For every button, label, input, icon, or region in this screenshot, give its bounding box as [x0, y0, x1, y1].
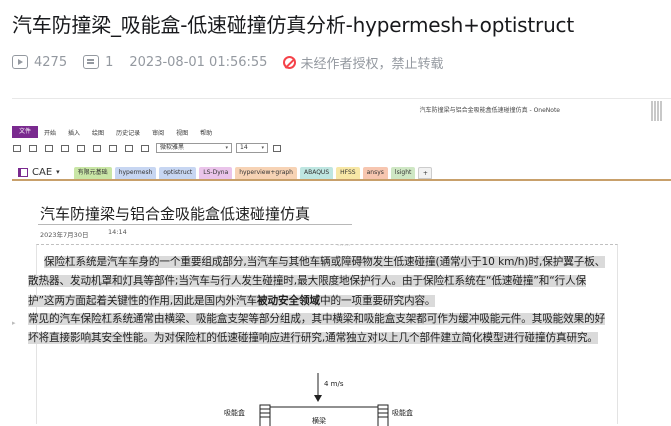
paragraph-1-bold: 被动安全领域: [257, 294, 320, 307]
section-tab[interactable]: hyperview+graph: [235, 167, 297, 179]
font-family-select[interactable]: 微软雅黑 ▾: [156, 143, 232, 153]
expand-arrow-icon[interactable]: ▸: [12, 319, 18, 327]
font-size-select[interactable]: 14 ▾: [236, 143, 268, 153]
menu-history[interactable]: 历史记录: [116, 128, 140, 137]
menu-insert[interactable]: 插入: [68, 128, 80, 137]
video-meta: 4275 1 2023-08-01 01:56:55 未经作者授权，禁止转载: [12, 52, 459, 72]
pointer-icon[interactable]: [140, 144, 150, 152]
paragraph-1-tail: 中的一项重要研究内容。: [320, 294, 436, 307]
view-count-value: 4275: [34, 54, 68, 70]
section-tab[interactable]: HFSS: [336, 167, 360, 179]
section-tab-list: 有限元基础 hypermesh optistruct LS-Dyna hyperview…: [73, 167, 436, 179]
section-tab[interactable]: optistruct: [159, 167, 197, 179]
quick-toolbar: 微软雅黑 ▾ 14 ▾: [12, 141, 671, 155]
highlight-icon[interactable]: [28, 144, 38, 152]
container-drag-handle[interactable]: ⋯⋯: [337, 242, 351, 249]
chevron-down-icon: ▾: [225, 145, 228, 151]
format-icon[interactable]: [108, 144, 118, 152]
menu-home[interactable]: 开始: [44, 128, 56, 137]
section-tab[interactable]: LS-Dyna: [199, 167, 233, 179]
onenote-screenshot: 汽车防撞梁与铝合金吸能盒低速碰撞仿真 - OneNote 文件 开始 插入 绘图…: [12, 98, 671, 426]
list-icon[interactable]: [44, 144, 54, 152]
undo-icon[interactable]: [124, 144, 134, 152]
checkbox-icon[interactable]: [92, 144, 102, 152]
section-tab[interactable]: lsight: [390, 167, 416, 179]
tag-icon[interactable]: [76, 144, 86, 152]
indent-icon[interactable]: [60, 144, 70, 152]
paragraph-2-text: 常见的汽车保险杠系统通常由横梁、吸能盒支架等部分组成，其中横梁和吸能盒支架都可作…: [28, 313, 606, 345]
notebook-name: CAE: [32, 166, 53, 178]
copyright-text: 未经作者授权，禁止转载: [300, 56, 444, 72]
table-icon[interactable]: [12, 144, 22, 152]
page-date: 2023年7月30日: [40, 231, 89, 239]
copyright-notice: 未经作者授权，禁止转载: [283, 53, 443, 72]
section-tab[interactable]: 有限元基础: [73, 167, 112, 179]
title-underline: [38, 224, 352, 225]
menu-review[interactable]: 审阅: [152, 128, 164, 137]
menu-view[interactable]: 视图: [176, 128, 188, 137]
video-title: 汽车防撞梁_吸能盒-低速碰撞仿真分析-hypermesh+optistruct: [12, 13, 574, 37]
no-repost-icon: [283, 55, 297, 69]
paragraph-1[interactable]: 保险杠系统是汽车车身的一个重要组成部分,当汽车与其他车辆或障碍物发生低速碰撞(通…: [28, 253, 610, 311]
window-controls[interactable]: [651, 101, 665, 123]
menu-draw[interactable]: 绘图: [92, 128, 104, 137]
play-count-icon: [12, 55, 28, 69]
section-tab[interactable]: ansys: [362, 167, 388, 179]
chevron-down-icon: ▾: [261, 145, 264, 151]
page-time: 14:14: [108, 228, 127, 236]
page-title: 汽车防撞梁与铝合金吸能盒低速碰撞仿真: [40, 205, 311, 223]
section-tab[interactable]: hypermesh: [114, 167, 157, 179]
menu-file[interactable]: 文件: [12, 126, 39, 138]
menu-help[interactable]: 帮助: [200, 128, 212, 137]
paragraph-2[interactable]: 常见的汽车保险杠系统通常由横梁、吸能盒支架等部分组成，其中横梁和吸能盒支架都可作…: [28, 310, 610, 349]
font-size-value: 14: [240, 144, 248, 151]
add-section-button[interactable]: +: [418, 167, 433, 179]
onenote-window-title: 汽车防撞梁与铝合金吸能盒低速碰撞仿真 - OneNote: [419, 107, 560, 114]
ribbon-menu: 文件 开始 插入 绘图 历史记录 审阅 视图 帮助: [12, 126, 671, 138]
publish-time: 2023-08-01 01:56:55: [129, 55, 267, 70]
view-count: 4275: [12, 55, 67, 70]
danmaku-icon: [83, 55, 100, 69]
publish-datetime: 2023-08-01 01:56:55: [129, 54, 268, 70]
more-icon[interactable]: [272, 144, 282, 152]
danmaku-count: 1: [83, 55, 113, 70]
section-tabs: CAE ▾ 有限元基础 hypermesh optistruct LS-Dyna hyp…: [12, 165, 671, 181]
chevron-down-icon: ▾: [56, 168, 60, 176]
section-tab[interactable]: ABAQUS: [299, 167, 334, 179]
danmaku-count-value: 1: [105, 54, 114, 70]
font-family-value: 微软雅黑: [160, 144, 185, 151]
notebook-icon: [18, 167, 28, 177]
notebook-selector[interactable]: CAE ▾: [12, 165, 68, 179]
